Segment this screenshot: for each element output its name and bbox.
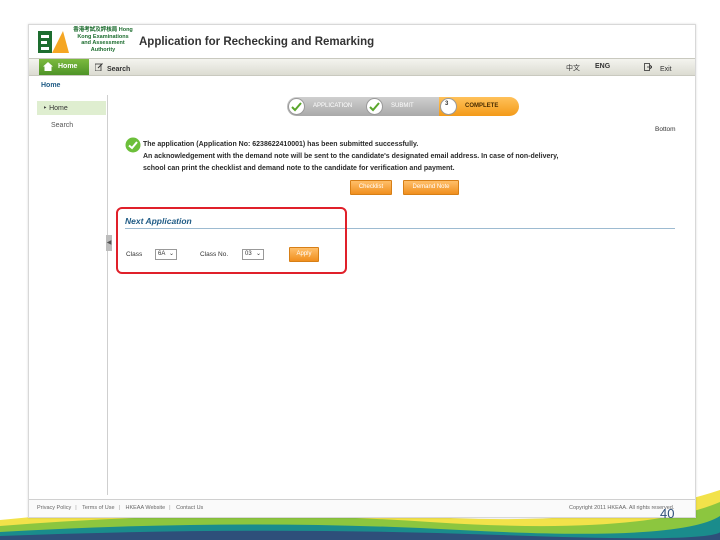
nav-home-label: Home [58, 63, 78, 70]
step-application: APPLICATION [287, 97, 371, 116]
nav-search-label: Search [106, 66, 131, 73]
step-number: 3 [445, 101, 449, 107]
top-nav: Home Search 中文 ENG Exit [29, 58, 695, 76]
step-label: SUBMIT [391, 103, 414, 109]
sidebar-item-search[interactable]: Search [51, 122, 73, 129]
hkeaa-logo [38, 31, 69, 53]
success-message: The application (Application No: 6238622… [143, 139, 683, 175]
lang-zh-link[interactable]: 中文 [566, 63, 580, 73]
footer-link-website[interactable]: HKEAA Website [125, 505, 165, 511]
progress-steps: APPLICATION SUBMIT 3 COMPLETE [287, 97, 519, 116]
exit-label: Exit [659, 66, 672, 73]
logo-text: 香港考試及評核局 Hong Kong Examinations and Asse… [73, 27, 133, 53]
nav-search-button[interactable]: Search [94, 63, 131, 73]
success-check-icon [125, 137, 141, 158]
step-label: APPLICATION [313, 103, 353, 109]
check-icon [288, 98, 305, 115]
step-submit: SUBMIT [365, 97, 445, 116]
slide-page-number: 40 [660, 506, 675, 521]
browser-window: 香港考試及評核局 Hong Kong Examinations and Asse… [28, 24, 696, 518]
step-label: COMPLETE [465, 103, 499, 109]
breadcrumb[interactable]: Home [41, 82, 60, 89]
message-line-2: An acknowledgement with the demand note … [143, 153, 559, 160]
edit-icon [94, 63, 105, 73]
lang-en-link[interactable]: ENG [595, 63, 610, 70]
check-icon [366, 98, 383, 115]
collapse-sidebar-handle[interactable]: ◀ [106, 235, 112, 251]
step-number-circle [440, 98, 457, 115]
app-header: 香港考試及評核局 Hong Kong Examinations and Asse… [29, 25, 695, 57]
exit-button[interactable]: Exit [644, 63, 672, 73]
checklist-button[interactable]: Checklist [350, 180, 392, 195]
annotation-highlight-box [116, 207, 347, 274]
exit-icon [644, 63, 654, 73]
footer-link-contact[interactable]: Contact Us [176, 505, 203, 511]
message-line-3: school can print the checklist and deman… [143, 165, 455, 172]
sidebar-item-home-label: ‣ Home [43, 105, 68, 112]
footer: Privacy Policy | Terms of Use | HKEAA Webs… [29, 499, 695, 517]
step-complete: 3 COMPLETE [439, 97, 519, 116]
footer-link-terms[interactable]: Terms of Use [82, 505, 114, 511]
sidebar: ‣ Home Search [37, 95, 108, 495]
nav-home-button[interactable]: Home [39, 59, 89, 75]
copyright-text: Copyright 2011 HKEAA. All rights reserve… [569, 505, 675, 511]
page-title: Application for Rechecking and Remarking [139, 36, 375, 48]
sidebar-item-home[interactable]: ‣ Home [37, 101, 106, 115]
demand-note-button[interactable]: Demand Note [403, 180, 459, 195]
footer-links: Privacy Policy | Terms of Use | HKEAA Webs… [37, 505, 204, 511]
footer-link-privacy[interactable]: Privacy Policy [37, 505, 71, 511]
home-icon [43, 62, 53, 73]
message-line-1: The application (Application No: 6238622… [143, 141, 419, 148]
bottom-link[interactable]: Bottom [655, 126, 676, 133]
